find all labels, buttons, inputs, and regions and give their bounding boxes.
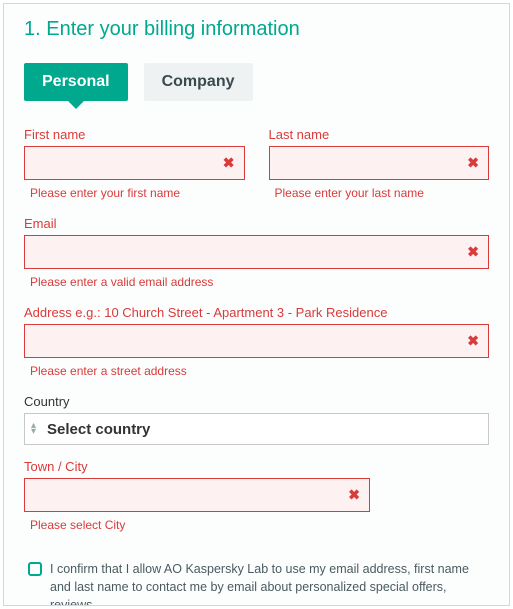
clear-icon[interactable]: ✖ — [223, 155, 235, 172]
address-field: Address e.g.: 10 Church Street - Apartme… — [24, 305, 489, 378]
email-input[interactable] — [24, 235, 489, 269]
clear-icon[interactable]: ✖ — [467, 333, 479, 350]
country-label: Country — [24, 394, 489, 409]
account-type-tabs: Personal Company — [24, 63, 489, 101]
address-error: Please enter a street address — [24, 364, 489, 378]
clear-icon[interactable]: ✖ — [467, 155, 479, 172]
last-name-input[interactable] — [269, 146, 490, 180]
first-name-label: First name — [24, 127, 245, 142]
section-heading: 1. Enter your billing information — [24, 18, 489, 41]
town-input[interactable] — [24, 478, 370, 512]
last-name-field: Last name ✖ Please enter your last name — [269, 127, 490, 200]
clear-icon[interactable]: ✖ — [348, 487, 360, 504]
clear-icon[interactable]: ✖ — [467, 244, 479, 261]
town-label: Town / City — [24, 459, 489, 474]
first-name-error: Please enter your first name — [24, 186, 245, 200]
consent-row: I confirm that I allow AO Kaspersky Lab … — [24, 560, 489, 606]
consent-text: I confirm that I allow AO Kaspersky Lab … — [50, 560, 485, 606]
billing-form-panel: 1. Enter your billing information Person… — [3, 3, 510, 606]
last-name-label: Last name — [269, 127, 490, 142]
country-field: Country ▴▾ Select country — [24, 394, 489, 445]
first-name-input[interactable] — [24, 146, 245, 180]
chevron-updown-icon: ▴▾ — [31, 423, 36, 435]
email-error: Please enter a valid email address — [24, 275, 489, 289]
consent-checkbox[interactable] — [28, 562, 42, 576]
address-label: Address e.g.: 10 Church Street - Apartme… — [24, 305, 489, 320]
last-name-error: Please enter your last name — [269, 186, 490, 200]
town-error: Please select City — [24, 518, 489, 532]
tab-personal[interactable]: Personal — [24, 63, 128, 101]
tab-company[interactable]: Company — [144, 63, 253, 101]
first-name-field: First name ✖ Please enter your first nam… — [24, 127, 245, 200]
email-label: Email — [24, 216, 489, 231]
email-field: Email ✖ Please enter a valid email addre… — [24, 216, 489, 289]
country-select[interactable]: ▴▾ Select country — [24, 413, 489, 445]
address-input[interactable] — [24, 324, 489, 358]
town-field: Town / City ✖ Please select City — [24, 459, 489, 532]
country-select-value: Select country — [47, 421, 150, 438]
